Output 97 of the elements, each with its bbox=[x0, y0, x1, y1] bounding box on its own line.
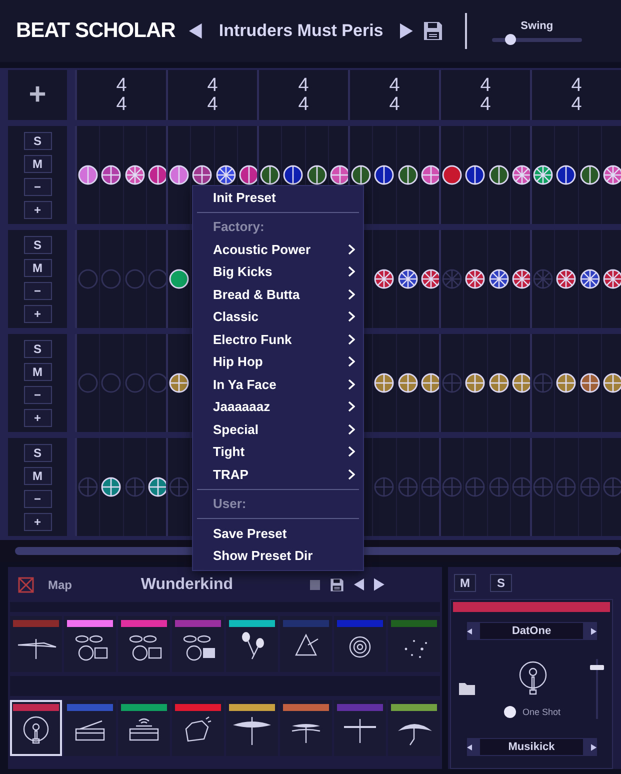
next-icon[interactable] bbox=[590, 628, 596, 634]
time-signature[interactable]: 4 bbox=[207, 76, 218, 95]
track-button[interactable]: S bbox=[24, 340, 52, 358]
next-preset-icon[interactable] bbox=[400, 23, 413, 39]
time-signature[interactable]: 4 bbox=[571, 95, 582, 114]
one-shot-toggle[interactable] bbox=[504, 706, 516, 718]
track-button[interactable]: S bbox=[24, 236, 52, 254]
time-signature[interactable]: 4 bbox=[480, 76, 491, 95]
chevron-right-icon bbox=[348, 378, 355, 390]
previous-icon[interactable] bbox=[466, 744, 472, 750]
time-signature[interactable]: 4 bbox=[571, 76, 582, 95]
track-button[interactable]: S bbox=[24, 444, 52, 462]
track-button[interactable]: M bbox=[24, 362, 52, 380]
track-button[interactable]: − bbox=[24, 490, 52, 508]
track-button[interactable]: − bbox=[24, 178, 52, 196]
instrument-pad[interactable] bbox=[280, 616, 332, 672]
time-signature[interactable]: 4 bbox=[298, 76, 309, 95]
instrument-pad[interactable] bbox=[118, 700, 170, 756]
instrument-pad[interactable] bbox=[64, 700, 116, 756]
chevron-right-icon bbox=[348, 244, 355, 255]
map-button[interactable]: Map bbox=[44, 578, 76, 592]
instrument-pad[interactable] bbox=[334, 616, 386, 672]
time-signature[interactable]: 4 bbox=[389, 95, 400, 114]
time-signature[interactable]: 4 bbox=[207, 95, 218, 114]
instrument-pad[interactable] bbox=[226, 700, 278, 756]
menu-item[interactable]: Acoustic Power bbox=[213, 242, 311, 257]
save-icon[interactable] bbox=[422, 21, 443, 41]
instrument-button[interactable]: S bbox=[490, 574, 512, 592]
previous-kit-icon[interactable] bbox=[354, 578, 364, 591]
chevron-right-icon bbox=[348, 356, 355, 368]
instrument-pad[interactable] bbox=[10, 616, 62, 672]
next-kit-icon[interactable] bbox=[374, 578, 385, 591]
swing-label: Swing bbox=[520, 20, 554, 32]
chevron-right-icon bbox=[348, 468, 355, 480]
save-icon[interactable] bbox=[330, 578, 344, 592]
menu-item[interactable]: In Ya Face bbox=[213, 376, 276, 392]
menu-item[interactable]: Special bbox=[213, 422, 259, 437]
menu-item[interactable]: Electro Funk bbox=[213, 332, 292, 347]
track-button[interactable]: + bbox=[24, 304, 52, 322]
time-signature[interactable]: 4 bbox=[389, 76, 400, 95]
track-button[interactable]: M bbox=[24, 258, 52, 276]
track-button[interactable]: − bbox=[24, 282, 52, 300]
chevron-right-icon bbox=[348, 401, 355, 412]
time-signature[interactable]: 4 bbox=[116, 95, 127, 114]
piece-selector[interactable]: Musikick bbox=[466, 738, 596, 756]
track-button[interactable]: M bbox=[24, 466, 52, 484]
chevron-right-icon bbox=[348, 288, 355, 300]
track-button[interactable]: M bbox=[24, 154, 52, 172]
preset-name[interactable]: Intruders Must Peris bbox=[212, 21, 390, 41]
sample-selector[interactable]: DatOne bbox=[466, 622, 596, 640]
menu-item[interactable]: Big Kicks bbox=[213, 264, 272, 280]
folder-icon[interactable] bbox=[459, 683, 475, 695]
previous-icon[interactable] bbox=[466, 628, 472, 634]
time-signature[interactable]: 4 bbox=[298, 95, 309, 114]
instrument-pad[interactable] bbox=[10, 700, 62, 756]
track-button[interactable]: + bbox=[24, 512, 52, 530]
instrument-pad[interactable] bbox=[334, 700, 386, 756]
time-signature[interactable]: 4 bbox=[480, 95, 491, 114]
instrument-button[interactable]: M bbox=[454, 574, 476, 592]
track-button[interactable]: S bbox=[24, 132, 52, 150]
track-button[interactable]: − bbox=[24, 386, 52, 404]
mute-icon[interactable] bbox=[18, 576, 34, 592]
menu-item[interactable]: Bread & Butta bbox=[213, 286, 300, 302]
slider-thumb[interactable] bbox=[590, 665, 604, 670]
instrument-pad[interactable] bbox=[172, 616, 224, 672]
chevron-right-icon bbox=[348, 424, 355, 435]
menu-item[interactable]: Init Preset bbox=[193, 186, 363, 208]
menu-item[interactable]: Classic bbox=[213, 309, 259, 324]
menu-item[interactable]: Save Preset bbox=[193, 522, 363, 544]
kit-name: Wunderkind bbox=[140, 576, 234, 594]
chevron-right-icon bbox=[348, 446, 355, 458]
app-logo: BEAT SCHOLAR bbox=[16, 18, 176, 44]
slider-thumb[interactable] bbox=[504, 34, 516, 45]
menu-section-label: User: bbox=[212, 495, 248, 514]
track-button[interactable]: + bbox=[24, 200, 52, 218]
add-track-button[interactable]: + bbox=[28, 80, 46, 110]
menu-item[interactable]: TRAP bbox=[213, 466, 248, 482]
instrument-pad[interactable] bbox=[226, 616, 278, 672]
menu-section-label: Factory: bbox=[212, 218, 266, 236]
instrument-pad[interactable] bbox=[172, 700, 224, 756]
menu-item[interactable]: Jaaaaaaz bbox=[213, 399, 270, 414]
instrument-pad[interactable] bbox=[388, 700, 440, 756]
instrument-pad[interactable] bbox=[64, 616, 116, 672]
stop-icon[interactable] bbox=[310, 580, 320, 590]
time-signature[interactable]: 4 bbox=[116, 76, 127, 95]
menu-item[interactable]: Hip Hop bbox=[213, 354, 263, 370]
chevron-right-icon bbox=[348, 334, 355, 345]
instrument-pad[interactable] bbox=[280, 700, 332, 756]
previous-preset-icon[interactable] bbox=[189, 23, 202, 39]
menu-item[interactable]: Show Preset Dir bbox=[193, 544, 363, 567]
chevron-right-icon bbox=[348, 311, 355, 322]
chevron-right-icon bbox=[348, 266, 355, 278]
track-button[interactable]: + bbox=[24, 408, 52, 426]
one-shot-label: One Shot bbox=[522, 707, 561, 717]
menu-item[interactable]: Tight bbox=[213, 444, 245, 460]
next-icon[interactable] bbox=[590, 744, 596, 750]
instrument-pad[interactable] bbox=[118, 616, 170, 672]
